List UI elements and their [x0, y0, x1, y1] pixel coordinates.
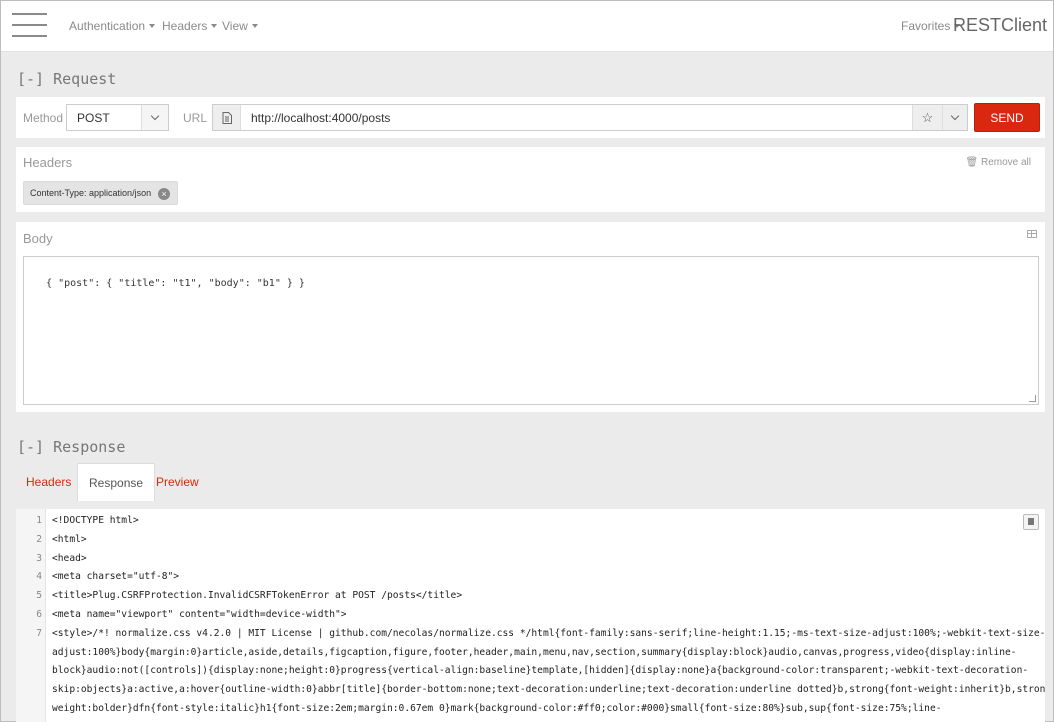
code-text: <title>Plug.CSRFProtection.InvalidCSRFTo… — [52, 590, 463, 602]
response-code-view[interactable]: 1 <!DOCTYPE html> 2 <html> 3 <head> 4 <meta ch… — [16, 509, 1045, 722]
line-number: 1 — [36, 515, 42, 526]
code-text: skip:objects}a:active,a:hover{outline-wi… — [52, 684, 1045, 696]
url-input[interactable] — [242, 105, 912, 130]
hamburger-icon[interactable] — [12, 13, 47, 38]
request-section-toggle[interactable]: [-] Request — [17, 70, 116, 88]
menu-headers-label: Headers — [162, 19, 208, 33]
close-icon[interactable]: × — [158, 188, 171, 200]
line-number: 2 — [36, 533, 42, 545]
method-value: POST — [77, 111, 110, 125]
header-chip[interactable]: Content-Type: application/json × — [23, 181, 179, 205]
menu-favorites[interactable]: Favorites — [901, 19, 961, 33]
body-textarea[interactable]: { "post": { "title": "t1", "body": "b1" … — [23, 256, 1039, 405]
top-navbar: Authentication Headers View Favorites RE… — [1, 1, 1053, 52]
response-section-toggle[interactable]: [-] Response — [17, 438, 125, 456]
copy-icon[interactable] — [1023, 514, 1039, 530]
line-number: 7 — [36, 627, 42, 639]
headers-title: Headers — [23, 155, 73, 170]
line-number: 3 — [36, 552, 42, 564]
chevron-down-icon — [141, 105, 168, 130]
method-select[interactable]: POST — [66, 104, 169, 131]
code-text: <head> — [52, 552, 87, 564]
code-text: block}audio:not([controls]){display:none… — [52, 665, 1029, 677]
app-brand: RESTClient — [952, 15, 1047, 35]
menu-authentication[interactable]: Authentication — [69, 19, 156, 33]
code-text: adjust:100%}body{margin:0}article,aside,… — [52, 646, 1017, 658]
url-group: ☆ — [212, 104, 968, 131]
resize-grip-icon[interactable] — [1029, 395, 1036, 402]
tab-headers[interactable]: Headers — [26, 463, 71, 501]
method-label: Method — [23, 111, 64, 125]
code-text: <!DOCTYPE html> — [52, 515, 139, 526]
star-icon[interactable]: ☆ — [912, 105, 942, 130]
tab-preview[interactable]: Preview — [156, 463, 199, 501]
send-button[interactable]: SEND — [974, 103, 1040, 132]
line-number: 6 — [36, 609, 42, 620]
body-title: Body — [23, 231, 53, 246]
document-icon — [213, 105, 241, 130]
menu-view[interactable]: View — [222, 19, 258, 33]
code-text: <html> — [52, 533, 87, 545]
line-number: 4 — [36, 571, 42, 583]
menu-authentication-label: Authentication — [69, 19, 146, 33]
caret-down-icon — [149, 24, 156, 28]
code-text: <meta name="viewport" content="width=dev… — [52, 609, 347, 620]
code-text: <style>/*! normalize.css v4.2.0 | MIT Li… — [52, 627, 1045, 639]
menu-favorites-label: Favorites — [901, 19, 951, 33]
menu-headers[interactable]: Headers — [162, 19, 218, 33]
tab-response[interactable]: Response — [77, 463, 156, 501]
menu-view-label: View — [222, 19, 248, 33]
url-label: URL — [183, 111, 208, 125]
grid-icon[interactable] — [1027, 230, 1037, 238]
code-text: <meta charset="utf-8"> — [52, 571, 180, 583]
line-number: 5 — [36, 590, 42, 602]
trash-icon: 🗑 — [965, 157, 979, 168]
code-text: weight:bolder}dfn{font-style:italic}h1{f… — [52, 703, 942, 714]
caret-down-icon — [251, 24, 258, 28]
remove-all-button[interactable]: 🗑 Remove all — [965, 157, 1031, 168]
chevron-down-icon[interactable] — [942, 105, 967, 130]
remove-all-label: Remove all — [980, 157, 1031, 168]
header-chip-label: Content-Type: application/json — [30, 188, 152, 198]
caret-down-icon — [211, 24, 218, 28]
body-content: { "post": { "title": "t1", "body": "b1" … — [46, 278, 305, 289]
